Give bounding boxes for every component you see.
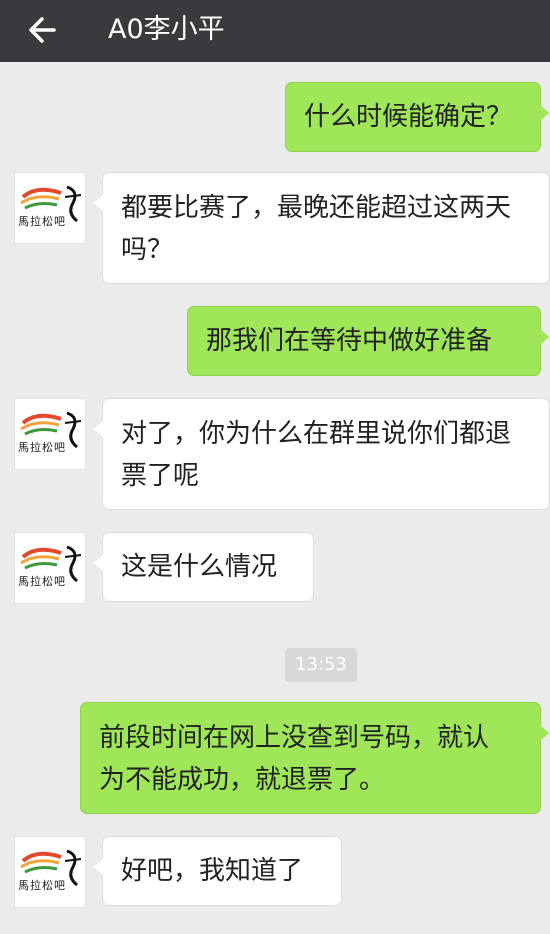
- message-text-line: 票了呢: [121, 461, 200, 491]
- message-text: 好吧，我知道了: [121, 856, 304, 886]
- avatar-logo-text: 馬拉松吧: [18, 215, 66, 228]
- message-bubble-sent[interactable]: 前段时间在网上没查到号码，就认 为不能成功，就退票了。: [80, 702, 549, 814]
- marathon-bar-logo-icon: [20, 545, 82, 583]
- marathon-bar-logo-icon: [20, 849, 82, 887]
- timestamp: 13:53: [285, 648, 357, 682]
- message-text: 什么时候能确定？: [304, 102, 513, 132]
- message-bubble-received[interactable]: 对了，你为什么在群里说你们都退 票了呢: [94, 398, 550, 510]
- avatar-logo-text: 馬拉松吧: [18, 441, 66, 454]
- message-bubble-sent[interactable]: 那我们在等待中做好准备: [187, 306, 549, 376]
- avatar[interactable]: 馬拉松吧: [14, 532, 86, 604]
- back-arrow-icon[interactable]: [24, 10, 64, 50]
- message-bubble-sent[interactable]: 什么时候能确定？: [285, 82, 549, 152]
- message-bubble-received[interactable]: 这是什么情况: [94, 532, 314, 602]
- avatar[interactable]: 馬拉松吧: [14, 172, 86, 244]
- avatar[interactable]: 馬拉松吧: [14, 398, 86, 470]
- message-text-line: 都要比赛了，最晚还能超过这两天: [121, 193, 512, 223]
- message-text: 这是什么情况: [121, 552, 278, 582]
- chat-title: A0李小平: [108, 14, 225, 45]
- message-bubble-received[interactable]: 都要比赛了，最晚还能超过这两天 吗？: [94, 172, 550, 284]
- message-text-line: 对了，你为什么在群里说你们都退: [121, 419, 512, 449]
- message-text-line: 吗？: [121, 235, 174, 265]
- avatar-logo-text: 馬拉松吧: [18, 575, 66, 588]
- message-text: 那我们在等待中做好准备: [206, 326, 493, 356]
- message-text-line: 前段时间在网上没查到号码，就认: [99, 723, 490, 753]
- marathon-bar-logo-icon: [20, 185, 82, 223]
- title-bar: A0李小平: [0, 0, 550, 62]
- message-bubble-received[interactable]: 好吧，我知道了: [94, 836, 342, 906]
- avatar-logo-text: 馬拉松吧: [18, 879, 66, 892]
- message-text-line: 为不能成功，就退票了。: [99, 765, 386, 795]
- marathon-bar-logo-icon: [20, 411, 82, 449]
- avatar[interactable]: 馬拉松吧: [14, 836, 86, 908]
